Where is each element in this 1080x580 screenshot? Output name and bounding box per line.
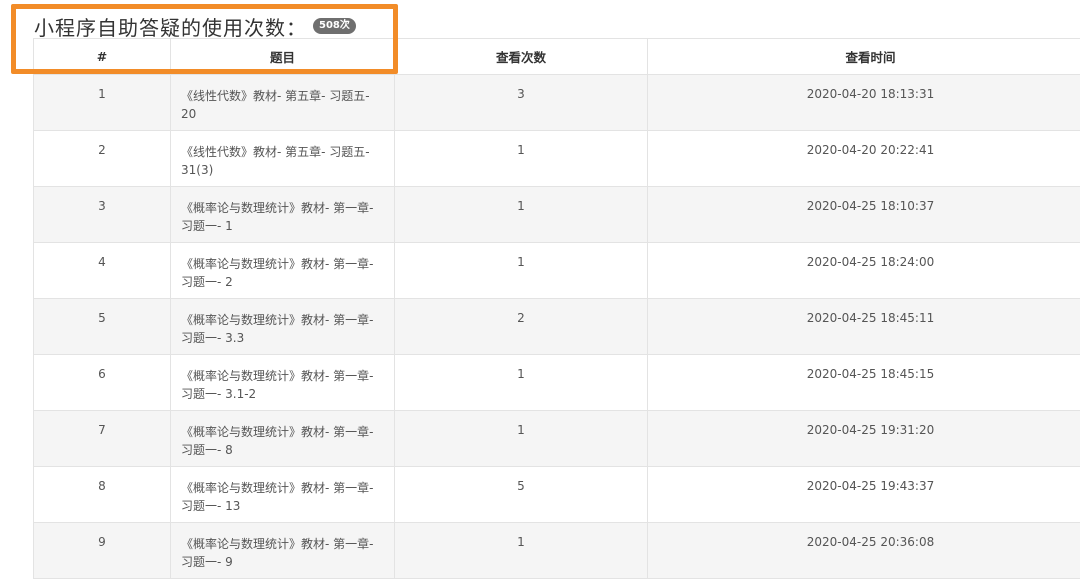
row-time: 2020-04-25 18:45:15 (647, 354, 1080, 411)
row-number: 7 (33, 410, 171, 467)
usage-table: # 题目 查看次数 查看时间 1 《线性代数》教材- 第五章- 习题五- 20 … (33, 38, 1080, 579)
row-time: 2020-04-20 20:22:41 (647, 130, 1080, 187)
row-subject: 《概率论与数理统计》教材- 第一章- 习题一- 3.3 (170, 298, 395, 355)
row-views: 1 (394, 354, 648, 411)
row-time: 2020-04-25 20:36:08 (647, 522, 1080, 579)
row-subject: 《线性代数》教材- 第五章- 习题五- 20 (170, 74, 395, 131)
row-views: 1 (394, 522, 648, 579)
row-time: 2020-04-20 18:13:31 (647, 74, 1080, 131)
usage-page: 小程序自助答疑的使用次数： 508次 # 题目 查看次数 查看时间 1 《线性代… (0, 0, 1080, 580)
column-header-number: # (33, 38, 171, 75)
table-row: 2 《线性代数》教材- 第五章- 习题五- 31(3) 1 2020-04-20… (33, 130, 1080, 187)
row-views: 5 (394, 466, 648, 523)
row-subject: 《概率论与数理统计》教材- 第一章- 习题一- 1 (170, 186, 395, 243)
row-views: 1 (394, 130, 648, 187)
count-badge: 508次 (313, 18, 356, 34)
row-views: 1 (394, 186, 648, 243)
table-row: 3 《概率论与数理统计》教材- 第一章- 习题一- 1 1 2020-04-25… (33, 186, 1080, 243)
column-header-views: 查看次数 (394, 38, 648, 75)
row-views: 3 (394, 74, 648, 131)
table-row: 6 《概率论与数理统计》教材- 第一章- 习题一- 3.1-2 1 2020-0… (33, 354, 1080, 411)
row-subject: 《线性代数》教材- 第五章- 习题五- 31(3) (170, 130, 395, 187)
row-number: 6 (33, 354, 171, 411)
row-subject: 《概率论与数理统计》教材- 第一章- 习题一- 9 (170, 522, 395, 579)
row-number: 3 (33, 186, 171, 243)
row-number: 9 (33, 522, 171, 579)
row-subject: 《概率论与数理统计》教材- 第一章- 习题一- 13 (170, 466, 395, 523)
row-number: 8 (33, 466, 171, 523)
column-header-subject: 题目 (170, 38, 395, 75)
table-row: 9 《概率论与数理统计》教材- 第一章- 习题一- 9 1 2020-04-25… (33, 522, 1080, 579)
row-number: 1 (33, 74, 171, 131)
column-header-time: 查看时间 (647, 38, 1080, 75)
row-views: 2 (394, 298, 648, 355)
row-number: 2 (33, 130, 171, 187)
page-title-text: 小程序自助答疑的使用次数： (34, 15, 307, 40)
row-number: 4 (33, 242, 171, 299)
table-row: 8 《概率论与数理统计》教材- 第一章- 习题一- 13 5 2020-04-2… (33, 466, 1080, 523)
table-row: 4 《概率论与数理统计》教材- 第一章- 习题一- 2 1 2020-04-25… (33, 242, 1080, 299)
row-subject: 《概率论与数理统计》教材- 第一章- 习题一- 2 (170, 242, 395, 299)
row-views: 1 (394, 242, 648, 299)
table-row: 5 《概率论与数理统计》教材- 第一章- 习题一- 3.3 2 2020-04-… (33, 298, 1080, 355)
table-header-row: # 题目 查看次数 查看时间 (33, 38, 1080, 75)
row-time: 2020-04-25 18:10:37 (647, 186, 1080, 243)
row-views: 1 (394, 410, 648, 467)
table-row: 1 《线性代数》教材- 第五章- 习题五- 20 3 2020-04-20 18… (33, 74, 1080, 131)
table-row: 7 《概率论与数理统计》教材- 第一章- 习题一- 8 1 2020-04-25… (33, 410, 1080, 467)
row-time: 2020-04-25 18:24:00 (647, 242, 1080, 299)
row-time: 2020-04-25 19:43:37 (647, 466, 1080, 523)
row-subject: 《概率论与数理统计》教材- 第一章- 习题一- 3.1-2 (170, 354, 395, 411)
row-time: 2020-04-25 19:31:20 (647, 410, 1080, 467)
row-subject: 《概率论与数理统计》教材- 第一章- 习题一- 8 (170, 410, 395, 467)
row-number: 5 (33, 298, 171, 355)
row-time: 2020-04-25 18:45:11 (647, 298, 1080, 355)
